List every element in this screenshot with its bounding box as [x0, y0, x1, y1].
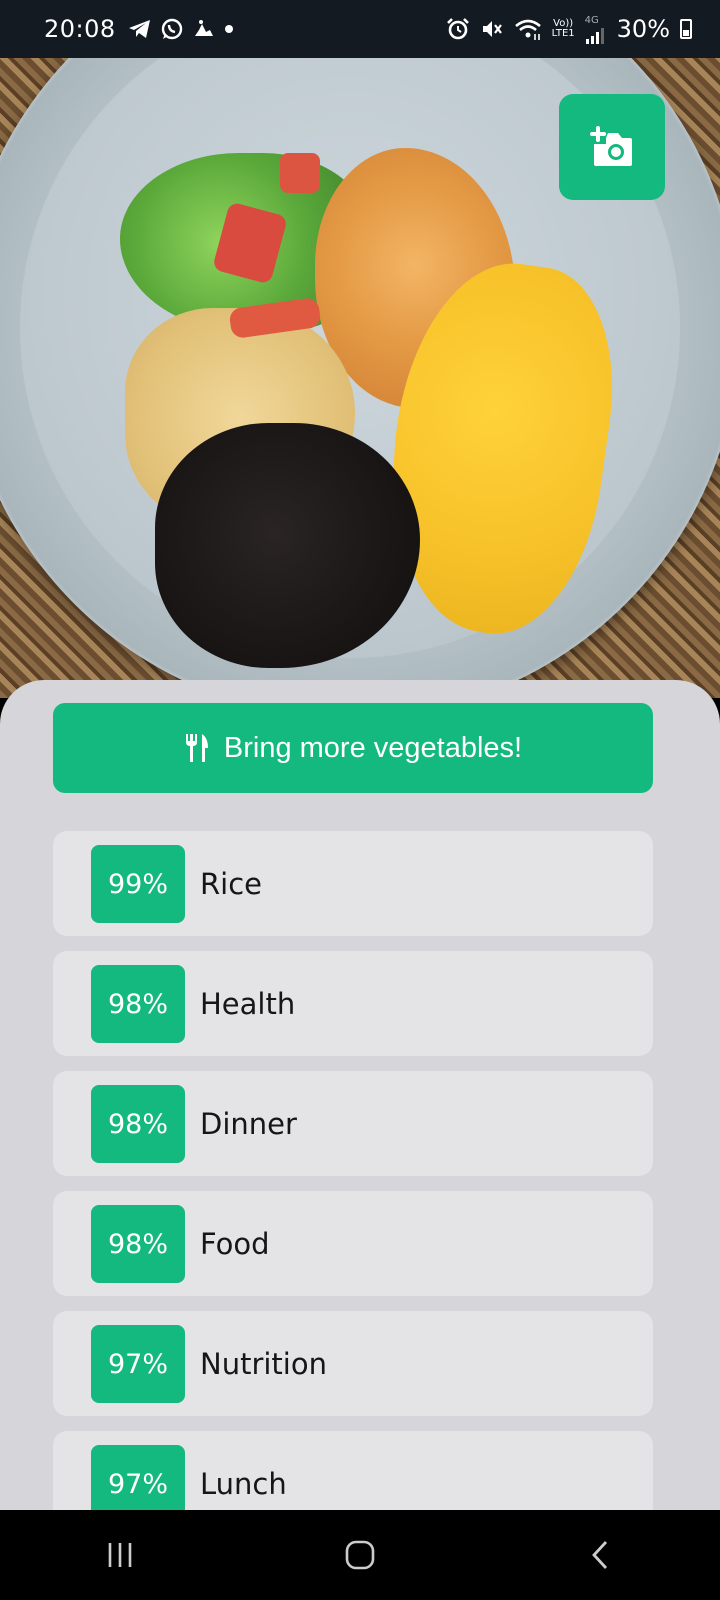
confidence-badge: 97% — [91, 1445, 185, 1510]
suggestion-banner[interactable]: Bring more vegetables! — [53, 703, 653, 793]
add-photo-icon — [588, 126, 636, 168]
notification-icons — [128, 17, 234, 41]
back-icon — [589, 1539, 611, 1571]
wifi-icon — [514, 17, 542, 41]
suggestion-text: Bring more vegetables! — [223, 731, 523, 764]
navigation-bar — [0, 1510, 720, 1600]
confidence-badge: 99% — [91, 845, 185, 923]
alarm-icon — [446, 17, 470, 41]
confidence-badge: 97% — [91, 1325, 185, 1403]
fork-knife-icon — [184, 732, 210, 764]
battery-icon — [680, 19, 692, 39]
recents-button[interactable] — [80, 1525, 160, 1585]
list-item[interactable]: 98% Food — [53, 1191, 653, 1296]
tomato-slice — [280, 153, 320, 193]
battery-percent: 30% — [616, 15, 670, 43]
home-icon — [344, 1539, 376, 1571]
status-time: 20:08 — [44, 15, 116, 43]
home-button[interactable] — [320, 1525, 400, 1585]
results-sheet[interactable]: Bring more vegetables! 99% Rice 98% Heal… — [0, 680, 720, 1510]
tag-label: Health — [200, 986, 296, 1021]
tag-list[interactable]: 99% Rice 98% Health 98% Dinner 98% Food … — [53, 831, 653, 1510]
tag-label: Rice — [200, 866, 262, 901]
signal-icon: 4G — [585, 15, 607, 44]
volte-icon: Vo)) LTE1 — [551, 18, 575, 39]
confidence-badge: 98% — [91, 1085, 185, 1163]
tag-label: Dinner — [200, 1106, 297, 1141]
add-photo-button[interactable] — [559, 94, 665, 200]
confidence-badge: 98% — [91, 1205, 185, 1283]
list-item[interactable]: 99% Rice — [53, 831, 653, 936]
list-item[interactable]: 98% Health — [53, 951, 653, 1056]
cloud-notification-icon — [192, 18, 216, 40]
list-item[interactable]: 98% Dinner — [53, 1071, 653, 1176]
tag-label: Nutrition — [200, 1346, 327, 1381]
back-button[interactable] — [560, 1525, 640, 1585]
mute-icon — [480, 17, 504, 41]
dot-icon — [224, 24, 234, 34]
status-bar: 20:08 Vo)) LTE1 4G 30% — [0, 0, 720, 58]
tag-label: Lunch — [200, 1466, 287, 1501]
recents-icon — [105, 1540, 135, 1570]
list-item[interactable]: 97% Nutrition — [53, 1311, 653, 1416]
whatsapp-icon — [160, 17, 184, 41]
tag-label: Food — [200, 1226, 270, 1261]
list-item[interactable]: 97% Lunch — [53, 1431, 653, 1510]
telegram-icon — [128, 18, 152, 40]
confidence-badge: 98% — [91, 965, 185, 1043]
network-type: 4G — [584, 14, 599, 26]
